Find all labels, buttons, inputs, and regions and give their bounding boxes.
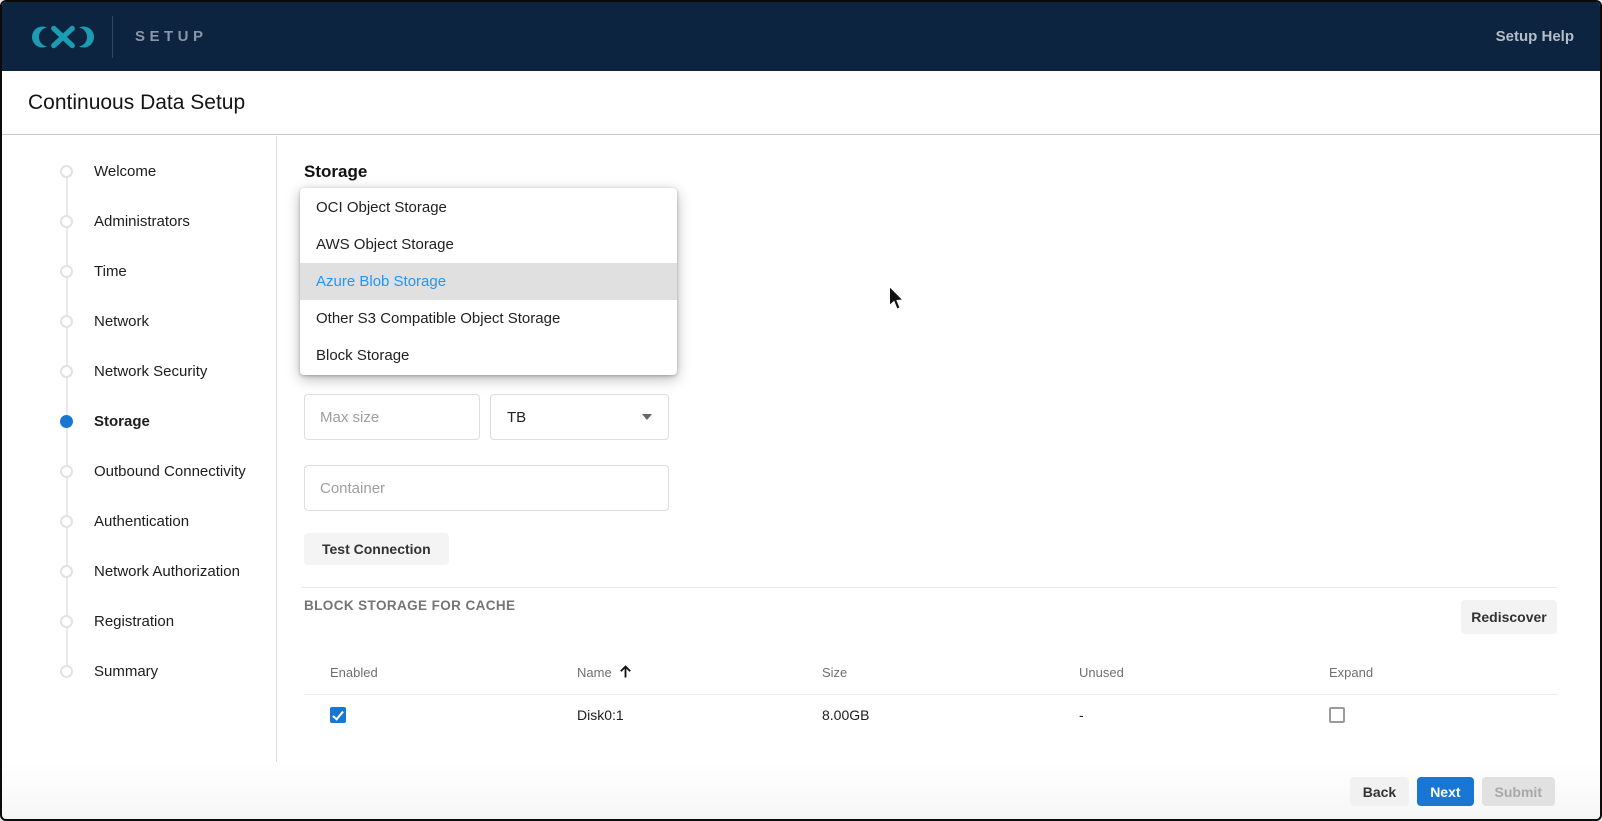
stepper-step[interactable]: Network	[2, 296, 276, 346]
wizard-footer-actions: Back Next Submit	[1350, 777, 1555, 806]
step-dot-icon	[60, 315, 73, 328]
disk-unused-cell: -	[1053, 707, 1303, 723]
test-connection-button[interactable]: Test Connection	[304, 533, 449, 565]
setup-help-link[interactable]: Setup Help	[1496, 28, 1574, 45]
step-label: Administrators	[94, 213, 190, 230]
sort-ascending-icon	[619, 665, 632, 679]
brand-divider	[112, 16, 113, 58]
setup-window: SETUP Setup Help Continuous Data Setup W…	[0, 0, 1602, 821]
block-storage-table: Enabled Name Size Unused	[304, 650, 1557, 735]
step-dot-icon	[60, 415, 73, 428]
size-unit-value: TB	[507, 409, 526, 426]
column-header-expand: Expand	[1303, 665, 1557, 680]
step-dot-icon	[60, 515, 73, 528]
setup-stepper-sidebar: Welcome Administrators Time Network Netw…	[2, 136, 277, 762]
top-navigation-bar: SETUP Setup Help	[2, 2, 1600, 71]
stepper-step[interactable]: Storage	[2, 396, 276, 446]
stepper-step[interactable]: Summary	[2, 646, 276, 696]
storage-step-content: Storage OCI Object StorageAWS Object Sto…	[278, 136, 1600, 819]
chevron-down-icon	[642, 414, 652, 420]
step-dot-icon	[60, 565, 73, 578]
page-header: Continuous Data Setup	[2, 71, 1600, 135]
storage-type-option[interactable]: AWS Object Storage	[300, 226, 677, 263]
step-label: Registration	[94, 613, 174, 630]
storage-type-option[interactable]: Other S3 Compatible Object Storage	[300, 300, 677, 337]
enabled-checkbox[interactable]	[330, 707, 346, 723]
container-input[interactable]	[304, 465, 669, 511]
stepper-step[interactable]: Network Security	[2, 346, 276, 396]
disk-name-cell: Disk0:1	[551, 707, 796, 723]
table-header-row: Enabled Name Size Unused	[304, 650, 1557, 694]
stepper-step[interactable]: Welcome	[2, 146, 276, 196]
column-header-unused: Unused	[1053, 665, 1303, 680]
app-name: SETUP	[135, 28, 208, 45]
step-dot-icon	[60, 665, 73, 678]
delphix-logo-icon	[30, 15, 96, 59]
storage-type-option[interactable]: OCI Object Storage	[300, 189, 677, 226]
next-button[interactable]: Next	[1417, 777, 1473, 806]
storage-section-title: Storage	[304, 162, 367, 182]
section-divider	[302, 587, 1557, 588]
stepper-step[interactable]: Network Authorization	[2, 546, 276, 596]
step-dot-icon	[60, 615, 73, 628]
max-size-input[interactable]	[304, 394, 480, 440]
disk-size-cell: 8.00GB	[796, 707, 1053, 723]
step-label: Network	[94, 313, 149, 330]
step-label: Time	[94, 263, 127, 280]
step-dot-icon	[60, 265, 73, 278]
expand-checkbox[interactable]	[1329, 707, 1345, 723]
page-title: Continuous Data Setup	[28, 91, 245, 115]
block-storage-cache-title: BLOCK STORAGE FOR CACHE	[304, 598, 515, 613]
step-label: Network Security	[94, 363, 207, 380]
storage-type-option[interactable]: Azure Blob Storage	[300, 263, 677, 300]
stepper-step[interactable]: Registration	[2, 596, 276, 646]
size-unit-select[interactable]: TB	[490, 394, 669, 440]
rediscover-button[interactable]: Rediscover	[1461, 600, 1557, 634]
step-label: Storage	[94, 413, 150, 430]
storage-type-option[interactable]: Block Storage	[300, 337, 677, 374]
step-label: Outbound Connectivity	[94, 463, 246, 480]
step-dot-icon	[60, 365, 73, 378]
stepper-step[interactable]: Outbound Connectivity	[2, 446, 276, 496]
disk-table-row: Disk0:1 8.00GB -	[304, 695, 1557, 735]
step-dot-icon	[60, 215, 73, 228]
step-label: Welcome	[94, 163, 156, 180]
step-label: Authentication	[94, 513, 189, 530]
step-label: Network Authorization	[94, 563, 240, 580]
step-dot-icon	[60, 465, 73, 478]
stepper-step[interactable]: Time	[2, 246, 276, 296]
submit-button: Submit	[1482, 777, 1555, 806]
step-dot-icon	[60, 165, 73, 178]
step-label: Summary	[94, 663, 158, 680]
stepper-list: Welcome Administrators Time Network Netw…	[2, 146, 276, 696]
back-button[interactable]: Back	[1350, 777, 1409, 806]
column-header-enabled: Enabled	[304, 665, 551, 680]
stepper-step[interactable]: Authentication	[2, 496, 276, 546]
table-body: Disk0:1 8.00GB -	[304, 695, 1557, 735]
stepper-step[interactable]: Administrators	[2, 196, 276, 246]
storage-type-dropdown: OCI Object StorageAWS Object StorageAzur…	[300, 188, 677, 375]
column-header-name[interactable]: Name	[551, 665, 796, 680]
column-header-size: Size	[796, 665, 1053, 680]
